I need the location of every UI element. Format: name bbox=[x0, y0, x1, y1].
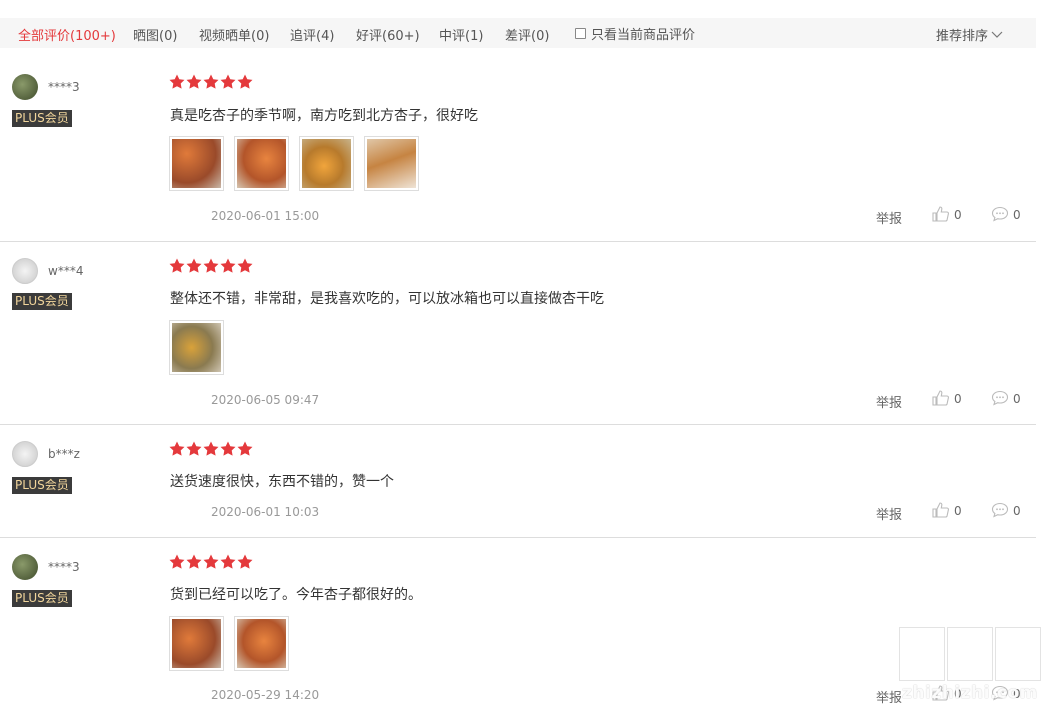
review-filter-bar: 全部评价(100+) 晒图(0) 视频晒单(0) 追评(4) 好评(60+) 中… bbox=[0, 18, 1036, 48]
comment-button[interactable]: 0 bbox=[991, 502, 1021, 518]
like-button[interactable]: 0 bbox=[932, 502, 962, 518]
username: ****3 bbox=[48, 560, 80, 574]
review-text: 整体还不错，非常甜，是我喜欢吃的，可以放冰箱也可以直接做杏干吃 bbox=[170, 291, 604, 307]
report-link[interactable]: 举报 bbox=[876, 504, 902, 523]
speech-bubble-icon bbox=[991, 502, 1009, 518]
watermark-logo bbox=[899, 627, 1041, 681]
review-text: 送货速度很快，东西不错的，赞一个 bbox=[170, 474, 394, 490]
review-date: 2020-05-29 14:20 bbox=[211, 688, 320, 702]
comment-count: 0 bbox=[1013, 504, 1021, 518]
star-icon bbox=[203, 74, 219, 89]
review-text: 货到已经可以吃了。今年杏子都很好的。 bbox=[170, 587, 422, 603]
star-icon bbox=[220, 74, 236, 89]
report-link[interactable]: 举报 bbox=[876, 208, 902, 227]
star-icon bbox=[220, 258, 236, 273]
star-rating bbox=[169, 74, 253, 89]
comment-count: 0 bbox=[1013, 392, 1021, 406]
star-icon bbox=[220, 441, 236, 456]
comment-button[interactable]: 0 bbox=[991, 206, 1021, 222]
review-date: 2020-06-05 09:47 bbox=[211, 393, 320, 407]
username: b***z bbox=[48, 447, 80, 461]
sort-label: 推荐排序 bbox=[936, 29, 989, 44]
thumbs-up-icon bbox=[932, 390, 949, 406]
review-photos bbox=[169, 616, 289, 671]
tab-neutral-reviews[interactable]: 中评(1) bbox=[439, 25, 483, 44]
avatar[interactable] bbox=[12, 554, 38, 580]
like-button[interactable]: 0 bbox=[932, 206, 962, 222]
review-item: b***z PLUS会员 送货速度很快，东西不错的，赞一个 2020-06-01… bbox=[0, 425, 1036, 538]
review-photo-thumbnail[interactable] bbox=[169, 320, 224, 375]
star-icon bbox=[186, 258, 202, 273]
star-icon bbox=[203, 554, 219, 569]
tab-all-reviews[interactable]: 全部评价(100+) bbox=[18, 25, 116, 44]
review-photo-thumbnail[interactable] bbox=[169, 616, 224, 671]
review-photo-thumbnail[interactable] bbox=[234, 616, 289, 671]
avatar[interactable] bbox=[12, 441, 38, 467]
star-icon bbox=[186, 74, 202, 89]
tab-follow-up-reviews[interactable]: 追评(4) bbox=[290, 25, 334, 44]
plus-member-badge: PLUS会员 bbox=[12, 477, 72, 494]
review-photo-thumbnail[interactable] bbox=[169, 136, 224, 191]
thumbs-up-icon bbox=[932, 502, 949, 518]
speech-bubble-icon bbox=[991, 206, 1009, 222]
tab-photo-reviews[interactable]: 晒图(0) bbox=[133, 25, 177, 44]
star-icon bbox=[169, 441, 185, 456]
star-rating bbox=[169, 258, 253, 273]
review-photo-thumbnail[interactable] bbox=[234, 136, 289, 191]
star-icon bbox=[237, 258, 253, 273]
current-product-filter[interactable]: 只看当前商品评价 bbox=[575, 24, 695, 43]
avatar[interactable] bbox=[12, 74, 38, 100]
username: ****3 bbox=[48, 80, 80, 94]
username: w***4 bbox=[48, 264, 84, 278]
star-icon bbox=[169, 554, 185, 569]
star-icon bbox=[186, 441, 202, 456]
current-product-checkbox[interactable] bbox=[575, 28, 586, 39]
comment-count: 0 bbox=[1013, 208, 1021, 222]
review-item: ****3 PLUS会员 真是吃杏子的季节啊，南方吃到北方杏子，很好吃 2020… bbox=[0, 48, 1036, 242]
current-product-checkbox-label: 只看当前商品评价 bbox=[591, 28, 696, 43]
report-link[interactable]: 举报 bbox=[876, 392, 902, 411]
like-button[interactable]: 0 bbox=[932, 390, 962, 406]
sort-dropdown[interactable]: 推荐排序 bbox=[936, 25, 1003, 44]
site-watermark: zhizhizhi.com bbox=[899, 627, 1050, 713]
thumbs-up-icon bbox=[932, 206, 949, 222]
star-icon bbox=[237, 554, 253, 569]
review-photo-thumbnail[interactable] bbox=[364, 136, 419, 191]
star-icon bbox=[203, 441, 219, 456]
review-text: 真是吃杏子的季节啊，南方吃到北方杏子，很好吃 bbox=[170, 108, 478, 124]
review-photos bbox=[169, 320, 224, 375]
star-icon bbox=[220, 554, 236, 569]
watermark-text: zhizhizhi.com bbox=[902, 683, 1038, 703]
plus-member-badge: PLUS会员 bbox=[12, 590, 72, 607]
tab-positive-reviews[interactable]: 好评(60+) bbox=[356, 25, 420, 44]
chevron-down-icon bbox=[991, 31, 1003, 38]
star-icon bbox=[169, 258, 185, 273]
review-item: ****3 PLUS会员 货到已经可以吃了。今年杏子都很好的。 2020-05-… bbox=[0, 538, 1036, 713]
star-icon bbox=[237, 441, 253, 456]
plus-member-badge: PLUS会员 bbox=[12, 110, 72, 127]
star-icon bbox=[237, 74, 253, 89]
review-item: w***4 PLUS会员 整体还不错，非常甜，是我喜欢吃的，可以放冰箱也可以直接… bbox=[0, 242, 1036, 425]
speech-bubble-icon bbox=[991, 390, 1009, 406]
review-photos bbox=[169, 136, 419, 191]
star-rating bbox=[169, 554, 253, 569]
review-date: 2020-06-01 15:00 bbox=[211, 209, 320, 223]
review-photo-thumbnail[interactable] bbox=[299, 136, 354, 191]
tab-video-reviews[interactable]: 视频晒单(0) bbox=[199, 25, 269, 44]
report-link[interactable]: 举报 bbox=[876, 687, 902, 706]
like-count: 0 bbox=[954, 504, 962, 518]
like-count: 0 bbox=[954, 392, 962, 406]
star-rating bbox=[169, 441, 253, 456]
avatar[interactable] bbox=[12, 258, 38, 284]
like-count: 0 bbox=[954, 208, 962, 222]
tab-negative-reviews[interactable]: 差评(0) bbox=[505, 25, 549, 44]
star-icon bbox=[203, 258, 219, 273]
star-icon bbox=[186, 554, 202, 569]
comment-button[interactable]: 0 bbox=[991, 390, 1021, 406]
plus-member-badge: PLUS会员 bbox=[12, 293, 72, 310]
star-icon bbox=[169, 74, 185, 89]
review-date: 2020-06-01 10:03 bbox=[211, 505, 320, 519]
